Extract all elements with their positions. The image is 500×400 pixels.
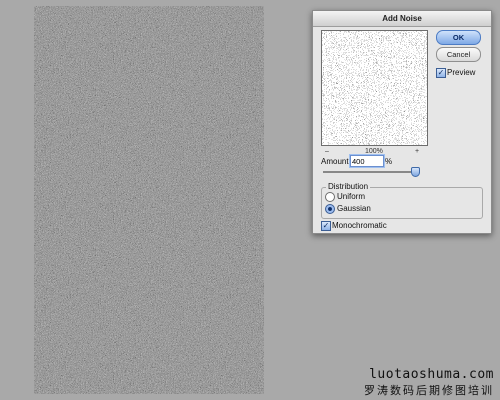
- zoom-out-button[interactable]: –: [325, 148, 329, 155]
- percent-unit: %: [385, 157, 393, 166]
- amount-input[interactable]: [350, 155, 384, 167]
- cancel-button[interactable]: Cancel: [436, 47, 481, 62]
- radio-button-selected-icon[interactable]: [325, 204, 335, 214]
- amount-slider-track[interactable]: [323, 171, 417, 173]
- amount-slider-thumb[interactable]: [411, 167, 420, 177]
- uniform-label: Uniform: [337, 192, 366, 201]
- preview-label: Preview: [447, 68, 476, 77]
- distribution-title: Distribution: [326, 182, 371, 191]
- watermark: luotaoshuma.com 罗涛数码后期修图培训: [364, 367, 494, 398]
- zoom-in-button[interactable]: +: [415, 148, 419, 155]
- watermark-url: luotaoshuma.com: [369, 367, 494, 382]
- dialog-title: Add Noise: [313, 11, 491, 27]
- preview-noise-image: [322, 31, 427, 145]
- noise-canvas: [34, 6, 264, 394]
- ok-button[interactable]: OK: [436, 30, 481, 45]
- add-noise-dialog: Add Noise – 100% + OK Cancel ✓ Preview A…: [312, 10, 492, 234]
- watermark-caption: 罗涛数码后期修图培训: [364, 384, 494, 397]
- monochromatic-label: Monochromatic: [332, 221, 387, 230]
- preview-thumbnail[interactable]: [321, 30, 428, 146]
- radio-button-icon[interactable]: [325, 192, 335, 202]
- zoom-level: 100%: [365, 148, 383, 155]
- amount-label: Amount:: [321, 157, 351, 166]
- checkmark-icon[interactable]: ✓: [321, 221, 331, 231]
- gaussian-label: Gaussian: [337, 204, 371, 213]
- checkmark-icon[interactable]: ✓: [436, 68, 446, 78]
- noise-texture: [34, 6, 264, 394]
